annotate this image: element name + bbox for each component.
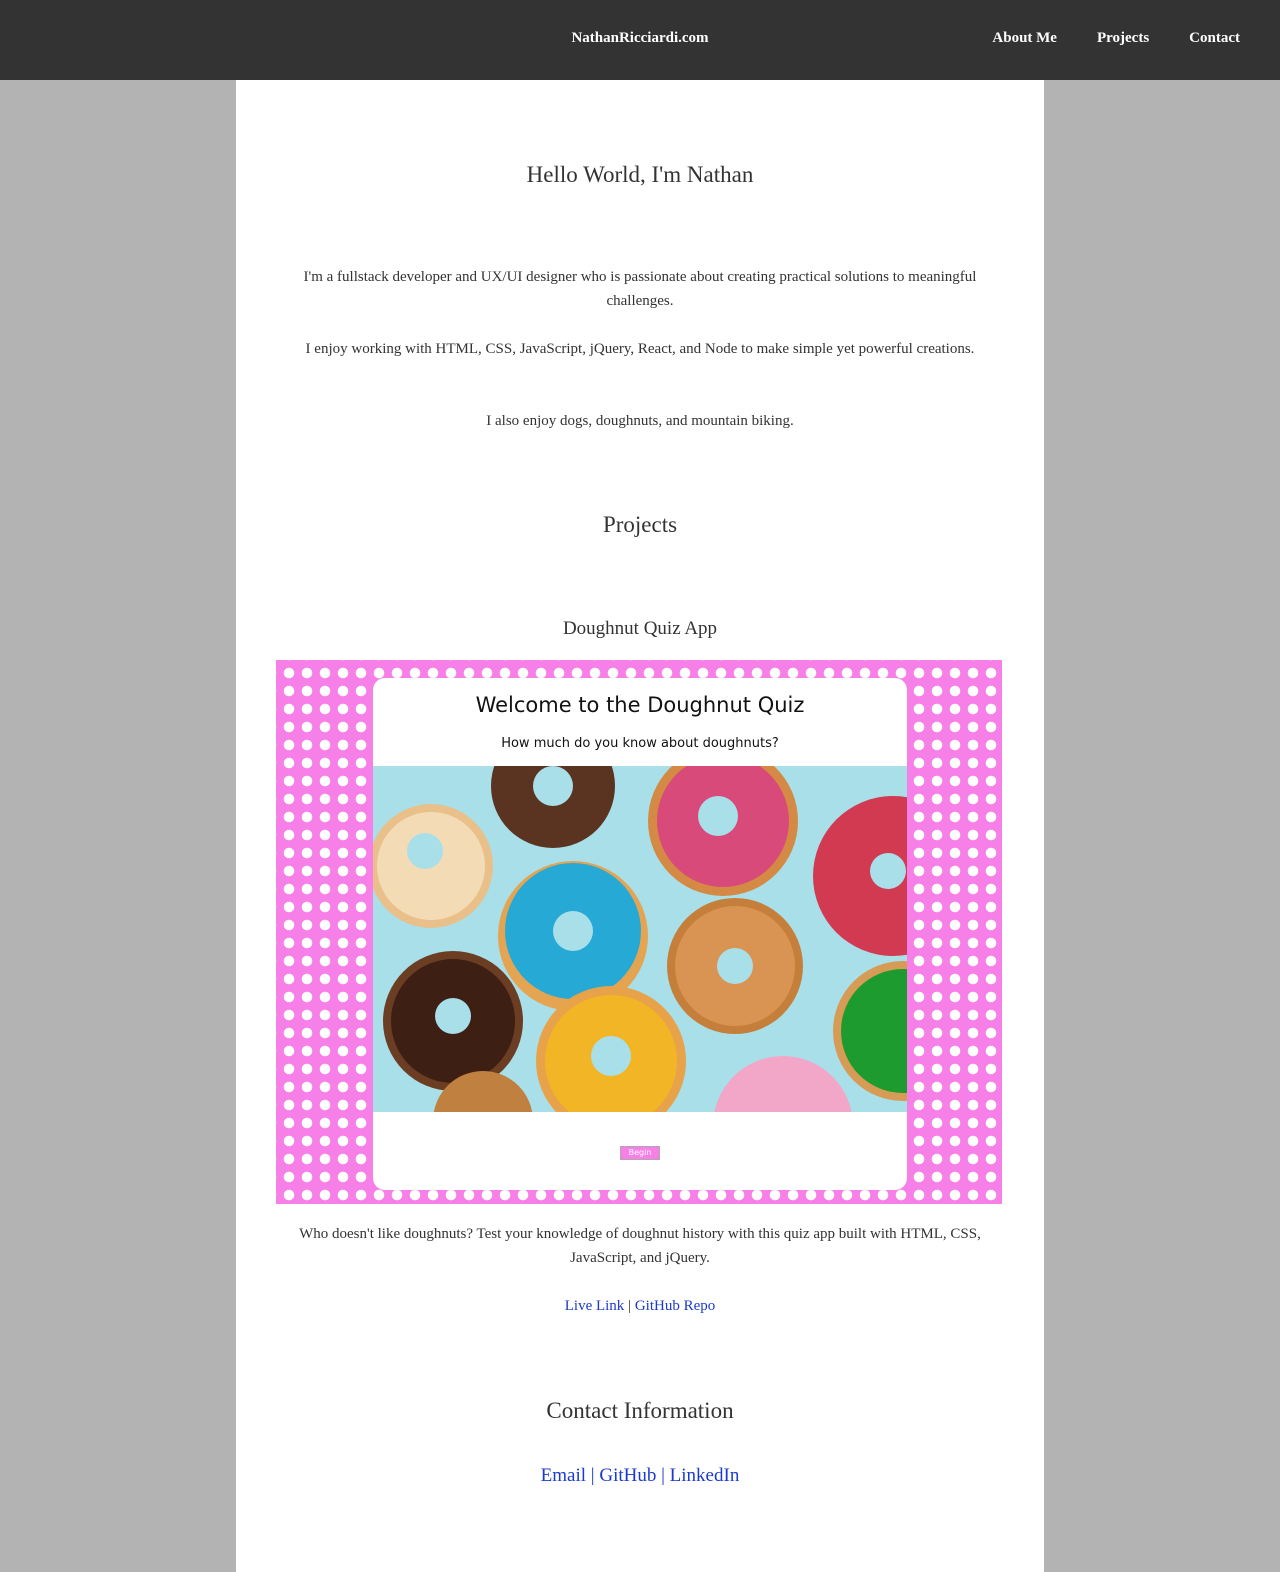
quiz-begin-button[interactable]: Begin bbox=[620, 1146, 660, 1160]
about-heading: Hello World, I'm Nathan bbox=[526, 162, 754, 187]
project-links: Live Link | GitHub Repo bbox=[296, 1294, 984, 1318]
contact-separator-2: | bbox=[661, 1465, 665, 1486]
github-link[interactable]: GitHub bbox=[599, 1465, 656, 1486]
about-paragraph-3: I also enjoy dogs, doughnuts, and mounta… bbox=[486, 413, 794, 429]
live-link[interactable]: Live Link bbox=[565, 1298, 625, 1314]
top-navbar: NathanRicciardi.com About Me Projects Co… bbox=[0, 0, 1280, 80]
donut-vanilla bbox=[373, 804, 493, 928]
email-link[interactable]: Email bbox=[541, 1465, 586, 1486]
nav-contact[interactable]: Contact bbox=[1189, 30, 1240, 47]
donut-chocolate bbox=[383, 951, 523, 1091]
quiz-card: Welcome to the Doughnut Quiz How much do… bbox=[373, 678, 907, 1190]
github-repo-link[interactable]: GitHub Repo bbox=[635, 1298, 715, 1314]
doughnuts-photo bbox=[373, 766, 907, 1112]
project-description: Who doesn't like doughnuts? Test your kn… bbox=[299, 1226, 981, 1266]
contact-heading: Contact Information bbox=[546, 1398, 734, 1423]
project-screenshot[interactable]: Welcome to the Doughnut Quiz How much do… bbox=[276, 660, 1002, 1204]
project-title: Doughnut Quiz App bbox=[562, 618, 718, 639]
projects-heading: Projects bbox=[602, 512, 678, 537]
main-content: Hello World, I'm Nathan I'm a fullstack … bbox=[236, 80, 1044, 1572]
contact-separator-1: | bbox=[590, 1465, 595, 1486]
donut-caramel bbox=[667, 898, 803, 1034]
nav-about-me[interactable]: About Me bbox=[992, 30, 1057, 47]
linkedin-link[interactable]: LinkedIn bbox=[670, 1465, 740, 1486]
nav-projects[interactable]: Projects bbox=[1097, 30, 1149, 47]
nav-links: About Me Projects Contact bbox=[992, 30, 1240, 47]
quiz-title: Welcome to the Doughnut Quiz bbox=[475, 693, 805, 717]
about-paragraph-2: I enjoy working with HTML, CSS, JavaScri… bbox=[305, 341, 975, 357]
link-separator: | bbox=[628, 1298, 632, 1314]
doughnuts-illustration bbox=[373, 766, 907, 1112]
quiz-subtitle: How much do you know about doughnuts? bbox=[501, 736, 779, 751]
about-paragraph-1: I'm a fullstack developer and UX/UI desi… bbox=[303, 269, 977, 309]
contact-links: Email | GitHub | LinkedIn bbox=[236, 1465, 1044, 1487]
